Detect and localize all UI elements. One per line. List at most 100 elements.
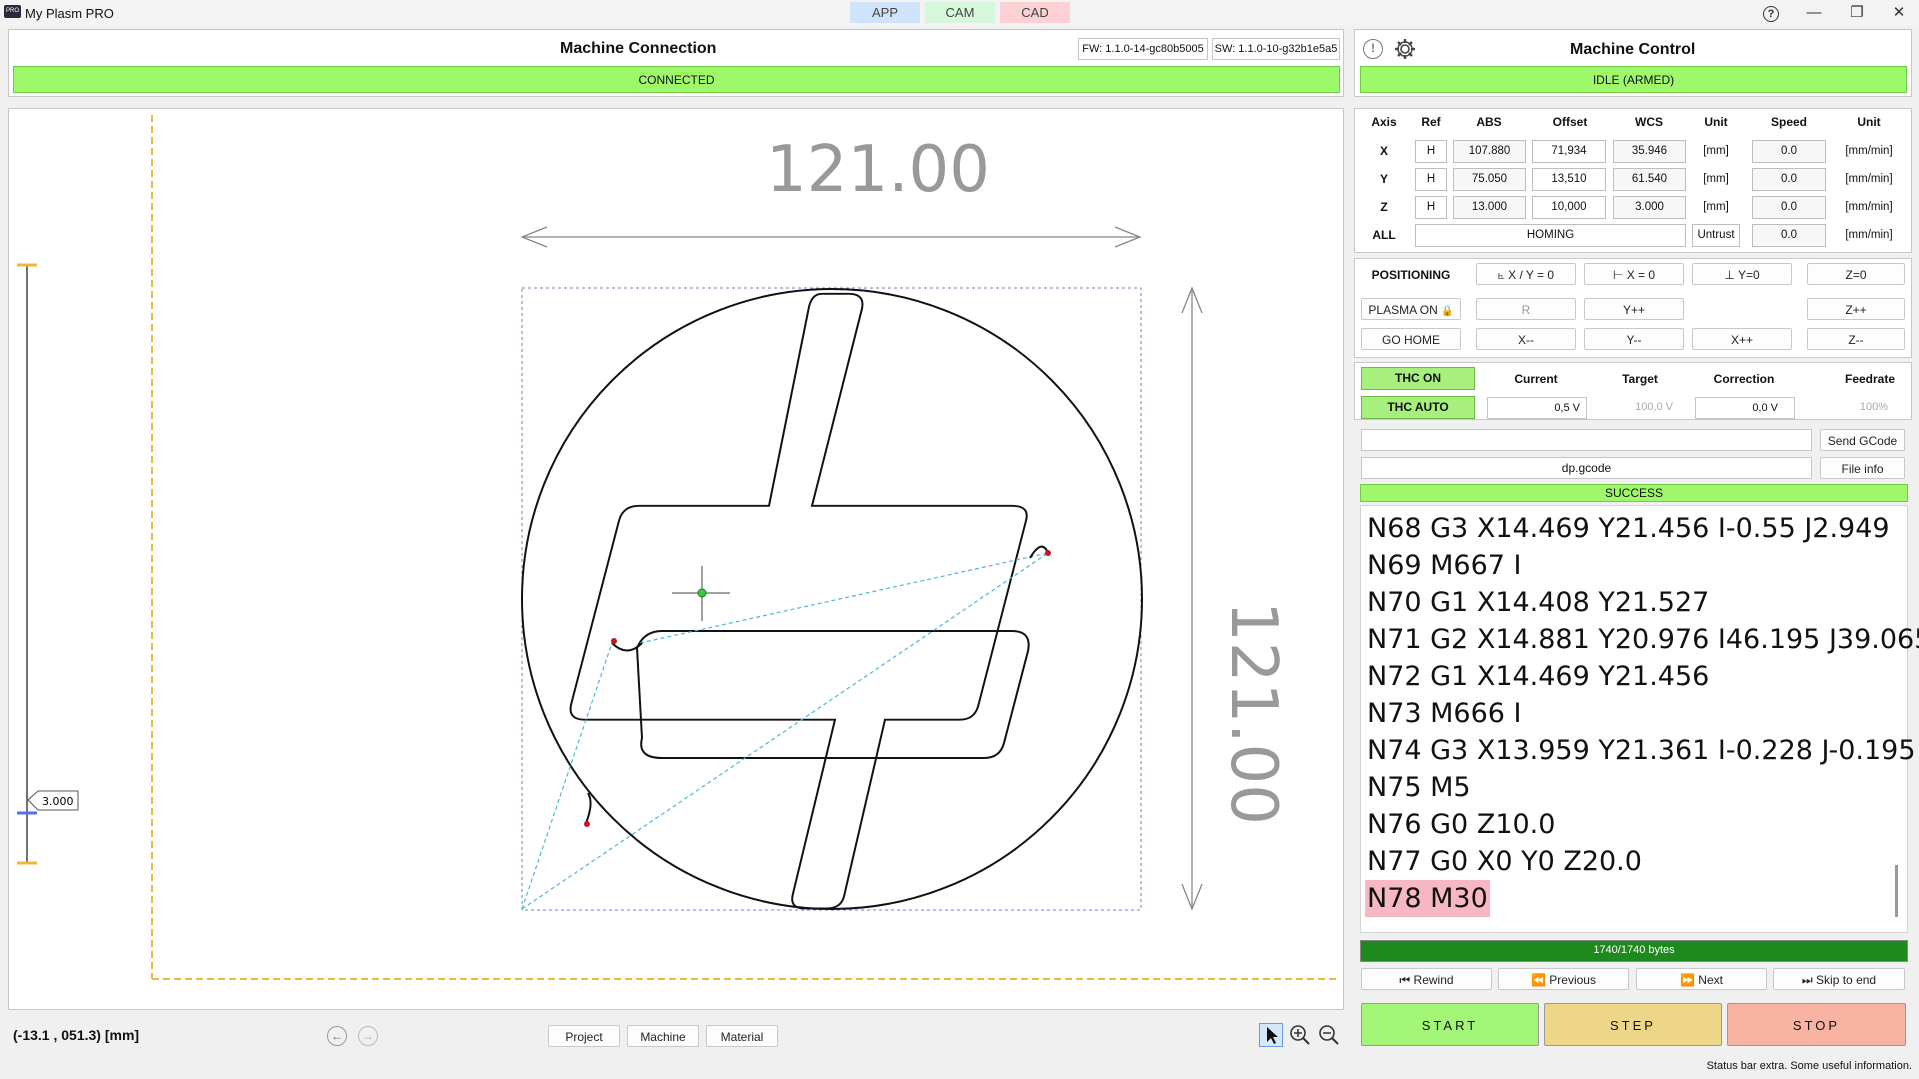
skip-to-end-label: Skip to end [1816, 973, 1877, 987]
project-button[interactable]: Project [548, 1025, 620, 1047]
speed-unit-z: [mm/min] [1845, 201, 1893, 213]
select-tool-icon[interactable] [1259, 1023, 1283, 1047]
thc-correction-spinbox[interactable]: 0,0 V [1695, 397, 1795, 419]
tab-cam[interactable]: CAM [925, 2, 995, 23]
machine-control-title: Machine Control [1570, 41, 1696, 58]
start-button[interactable]: START [1361, 1003, 1539, 1046]
gcode-scrollbar[interactable] [1895, 865, 1898, 917]
thc-auto-button[interactable]: THC AUTO [1361, 396, 1475, 419]
close-button[interactable]: ✕ [1880, 2, 1918, 24]
unit-x: [mm] [1703, 145, 1729, 157]
thc-current-label: Current [1514, 372, 1558, 386]
stop-button[interactable]: STOP [1727, 1003, 1906, 1046]
y-axis-icon: ⊥ [1724, 268, 1738, 282]
gcode-line: N73 M666 I [1367, 698, 1522, 729]
x-plus-button[interactable]: X++ [1692, 328, 1792, 350]
part-inner-slot [635, 630, 1030, 759]
thc-feedrate-spinbox[interactable]: 100% [1830, 397, 1902, 419]
speed-unit-x: [mm/min] [1845, 145, 1893, 157]
go-home-button[interactable]: GO HOME [1361, 328, 1461, 350]
travel-path-1 [639, 552, 1049, 644]
machine-button[interactable]: Machine [627, 1025, 699, 1047]
header-offset: Offset [1552, 115, 1588, 129]
gcode-line: N72 G1 X14.469 Y21.456 [1367, 661, 1710, 692]
ref-z-button[interactable]: H [1415, 196, 1447, 219]
gcode-command-input[interactable] [1361, 429, 1812, 451]
set-y-zero-label: Y=0 [1737, 268, 1760, 282]
dimension-horizontal-text: 121.00 [766, 133, 990, 207]
unit-z: [mm] [1703, 201, 1729, 213]
set-xy-zero-button[interactable]: ⦜ X / Y = 0 [1476, 263, 1576, 285]
travel-path-3 [521, 642, 613, 910]
part-cross-outline [569, 292, 1028, 910]
send-gcode-button[interactable]: Send GCode [1820, 429, 1905, 451]
drawing-canvas[interactable]: 3.000 121.00 121.00 [12, 113, 1340, 1008]
wcs-x: 35.946 [1613, 140, 1686, 163]
header-wcs: WCS [1635, 115, 1663, 129]
gcode-line: N71 G2 X14.881 Y20.976 I46.195 J39.065 [1367, 624, 1919, 655]
zoom-out-icon[interactable] [1317, 1023, 1341, 1047]
rewind-button[interactable]: ⏮ Rewind [1361, 968, 1492, 990]
connection-status-bar: CONNECTED [13, 66, 1340, 93]
thc-on-button[interactable]: THC ON [1361, 367, 1475, 390]
header-unit: Unit [1704, 115, 1728, 129]
app-logo-icon: PRO [4, 5, 21, 18]
thc-current-value: 0,5 V [1487, 397, 1587, 419]
step-button[interactable]: STEP [1544, 1003, 1722, 1046]
r-button[interactable]: R [1476, 298, 1576, 320]
z-plus-button[interactable]: Z++ [1807, 298, 1905, 320]
abs-x: 107.880 [1453, 140, 1526, 163]
minimize-button[interactable]: — [1795, 2, 1833, 24]
undo-icon[interactable]: ← [327, 1026, 347, 1046]
homing-button[interactable]: HOMING [1415, 224, 1686, 247]
y-minus-button[interactable]: Y-- [1584, 328, 1684, 350]
dimension-vertical-text: 121.00 [1216, 601, 1290, 825]
help-icon[interactable]: ? [1752, 2, 1790, 24]
set-y-zero-button[interactable]: ⊥ Y=0 [1692, 263, 1792, 285]
plasma-on-label: PLASMA ON [1368, 303, 1438, 317]
thc-correction-label: Correction [1713, 372, 1775, 386]
offset-z-input[interactable]: 10,000 [1532, 196, 1606, 219]
offset-x-input[interactable]: 71,934 [1532, 140, 1606, 163]
zoom-in-icon[interactable] [1288, 1023, 1312, 1047]
skip-to-end-button[interactable]: ⏭ Skip to end [1773, 968, 1905, 990]
axis-label-z: Z [1380, 200, 1388, 214]
ref-y-button[interactable]: H [1415, 168, 1447, 191]
info-icon[interactable]: ! [1363, 39, 1383, 59]
gcode-line: N77 G0 X0 Y0 Z20.0 [1367, 846, 1642, 877]
y-plus-button[interactable]: Y++ [1584, 298, 1684, 320]
speed-x: 0.0 [1752, 140, 1826, 163]
file-info-button[interactable]: File info [1820, 457, 1905, 479]
untrust-button[interactable]: Untrust [1692, 224, 1740, 247]
status-bar-text: Status bar extra. Some useful informatio… [1706, 1060, 1912, 1072]
z-minus-button[interactable]: Z-- [1807, 328, 1905, 350]
wcs-z: 3.000 [1613, 196, 1686, 219]
abs-y: 75.050 [1453, 168, 1526, 191]
x-minus-button[interactable]: X-- [1476, 328, 1576, 350]
tab-app[interactable]: APP [850, 2, 920, 23]
axis-label-y: Y [1379, 172, 1388, 186]
material-button[interactable]: Material [706, 1025, 778, 1047]
ref-x-button[interactable]: H [1415, 140, 1447, 163]
set-z-zero-button[interactable]: Z=0 [1807, 263, 1905, 285]
offset-y-input[interactable]: 13,510 [1532, 168, 1606, 191]
next-button[interactable]: ⏩ Next [1636, 968, 1767, 990]
next-label: Next [1698, 973, 1723, 987]
tab-cad[interactable]: CAD [1000, 2, 1070, 23]
header-axis: Axis [1371, 115, 1397, 129]
set-x-zero-button[interactable]: ⊢ X = 0 [1584, 263, 1684, 285]
gear-icon[interactable] [1393, 37, 1417, 61]
rewind-label: Rewind [1413, 973, 1454, 987]
machine-status-bar: IDLE (ARMED) [1360, 66, 1907, 93]
progress-text: 1740/1740 bytes [1593, 944, 1675, 956]
speed-z: 0.0 [1752, 196, 1826, 219]
thc-target-label: Target [1622, 372, 1658, 386]
restore-button[interactable]: ❐ [1838, 2, 1876, 24]
speed-y: 0.0 [1752, 168, 1826, 191]
previous-button[interactable]: ⏪ Previous [1498, 968, 1629, 990]
positioning-label: POSITIONING [1371, 268, 1451, 282]
redo-icon[interactable]: → [358, 1026, 378, 1046]
next-icon: ⏩ [1680, 973, 1699, 987]
plasma-on-button[interactable]: PLASMA ON 🔒 [1361, 298, 1461, 320]
thc-target-spinbox[interactable]: 100,0 V [1595, 397, 1687, 419]
